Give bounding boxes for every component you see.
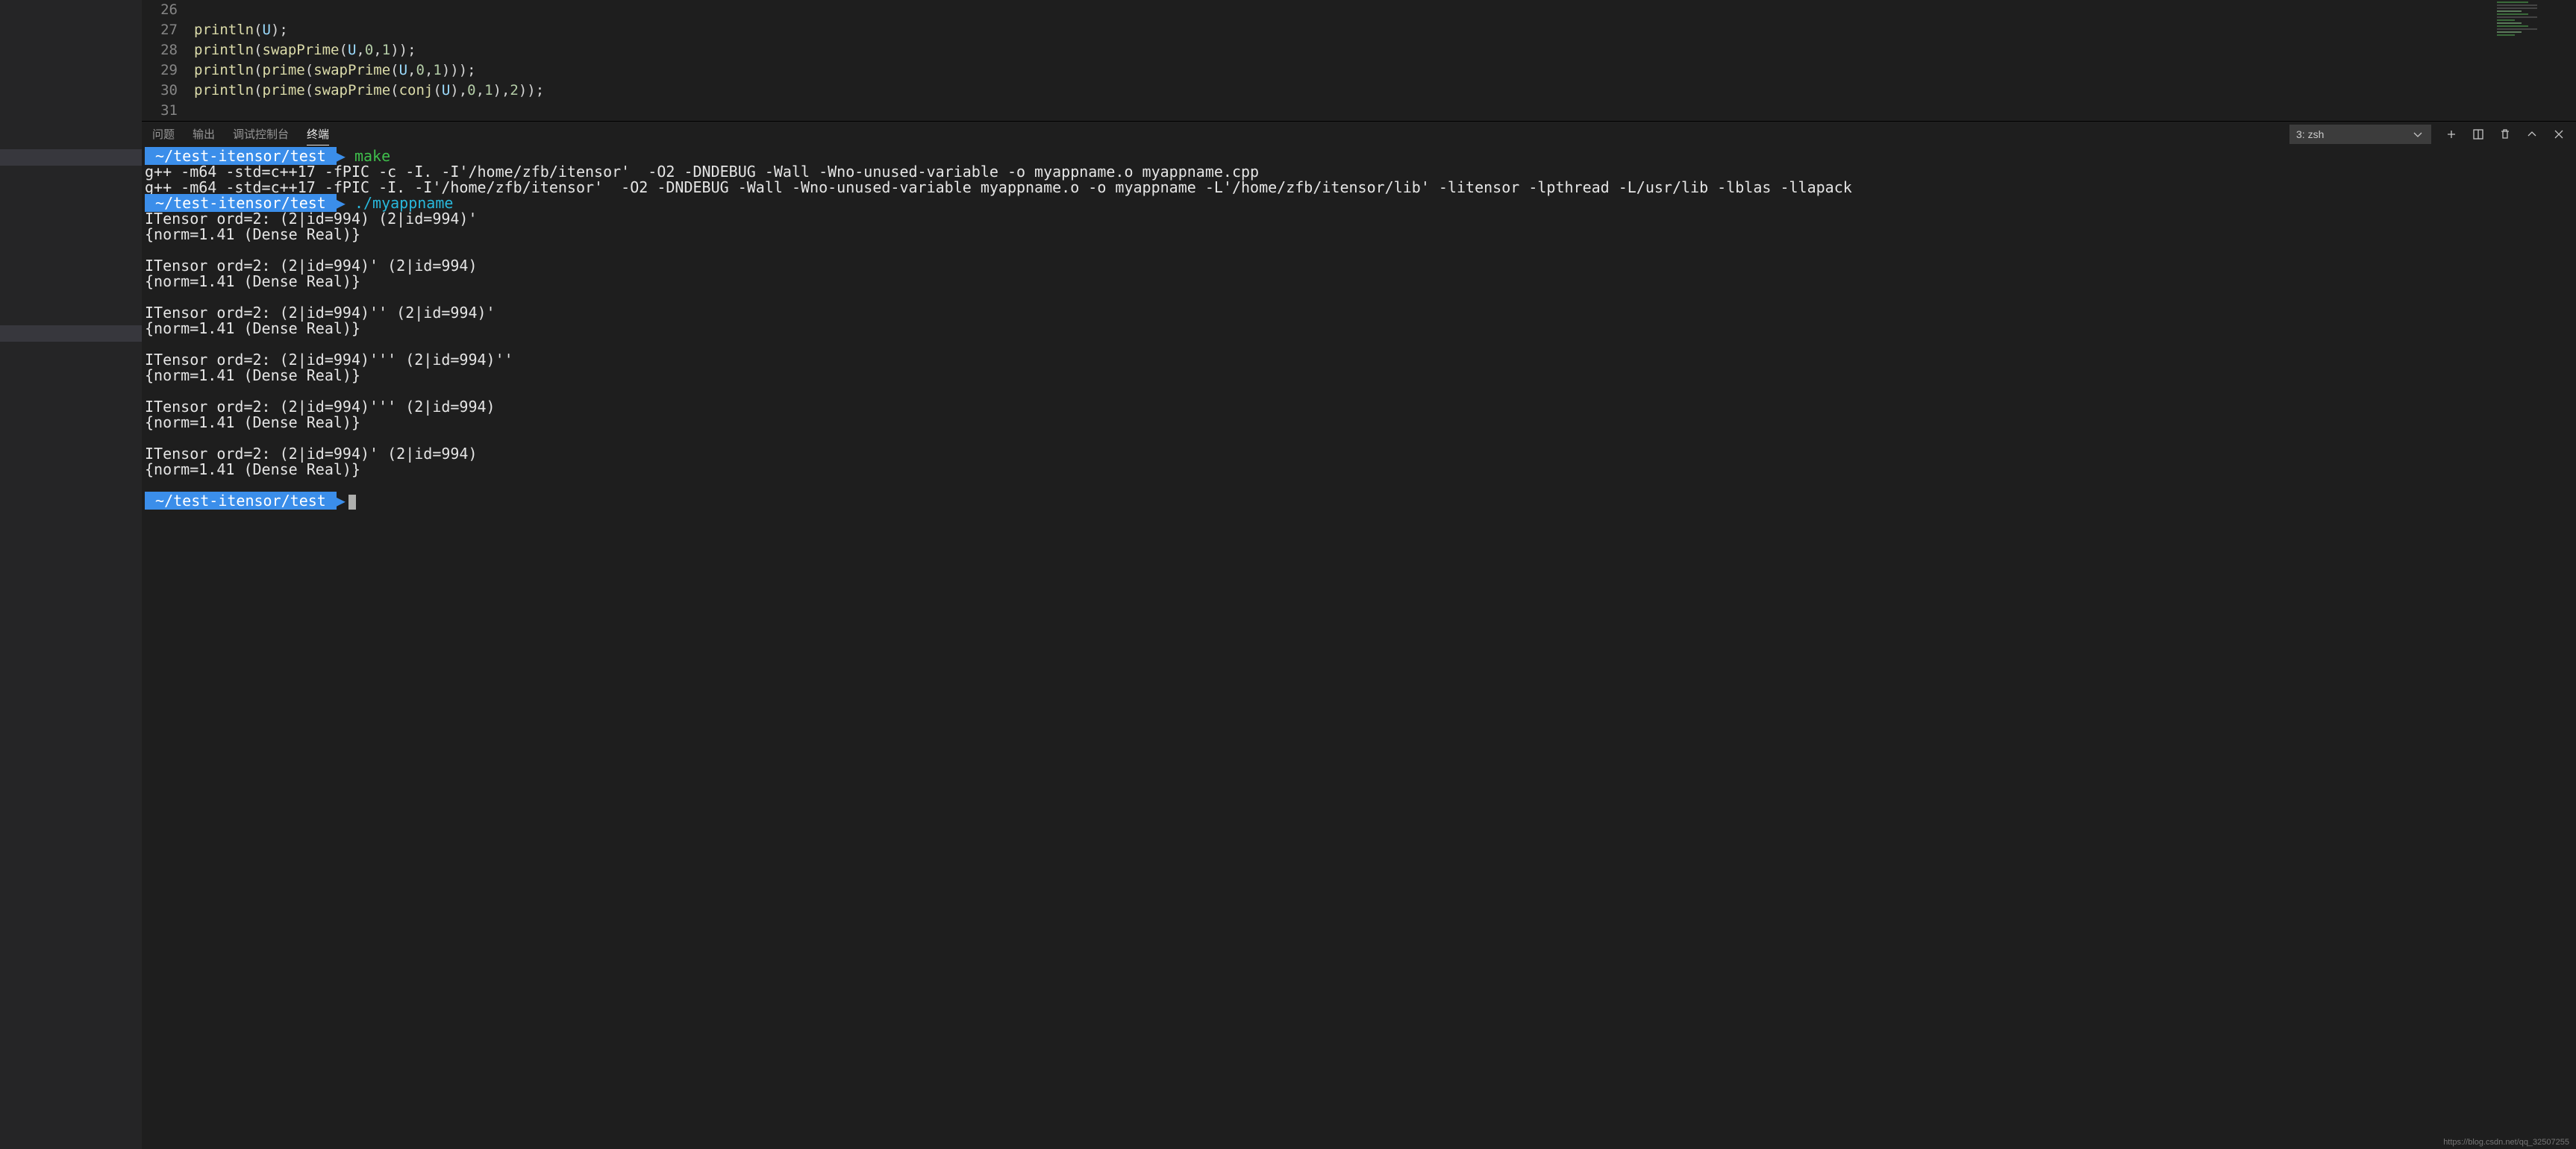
line-number: 31 [142,101,194,121]
line-number: 30 [142,81,194,101]
line-number: 29 [142,60,194,81]
chevron-down-icon [2411,128,2425,141]
terminal-line: ITensor ord=2: (2|id=994)' (2|id=994) [145,446,2573,462]
terminal-line: {norm=1.41 (Dense Real)} [145,274,2573,289]
terminal-line: {norm=1.41 (Dense Real)} [145,462,2573,478]
new-terminal-icon[interactable] [2445,128,2458,141]
code-line[interactable]: 29println(prime(swapPrime(U,0,1))); [142,60,2576,81]
terminal-line [145,431,2573,446]
terminal-selector[interactable]: 3: zsh [2289,125,2431,144]
terminal-line: ~/test-itensor/test ▶ [145,493,2573,510]
terminal-line: ITensor ord=2: (2|id=994)''' (2|id=994)'… [145,352,2573,368]
line-number: 28 [142,40,194,60]
terminal-line: {norm=1.41 (Dense Real)} [145,227,2573,242]
terminal-line: ITensor ord=2: (2|id=994)''' (2|id=994) [145,399,2573,415]
terminal-line: ~/test-itensor/test ▶ make [145,148,2573,164]
terminal-line: ITensor ord=2: (2|id=994)'' (2|id=994)' [145,305,2573,321]
terminal-line: g++ -m64 -std=c++17 -fPIC -I. -I'/home/z… [145,180,2573,195]
code-line[interactable]: 28println(swapPrime(U,0,1)); [142,40,2576,60]
code-content: println(prime(swapPrime(U,0,1))); [194,60,476,81]
terminal-line: {norm=1.41 (Dense Real)} [145,415,2573,431]
terminal[interactable]: ~/test-itensor/test ▶ makeg++ -m64 -std=… [142,147,2576,1149]
panel-tab-2[interactable]: 调试控制台 [233,123,289,145]
terminal-line [145,383,2573,399]
app-root: 2627println(U);28println(swapPrime(U,0,1… [0,0,2576,1149]
terminal-line: ITensor ord=2: (2|id=994)' (2|id=994) [145,258,2573,274]
terminal-line: {norm=1.41 (Dense Real)} [145,321,2573,336]
split-terminal-icon[interactable] [2472,128,2485,141]
terminal-line [145,336,2573,352]
code-line[interactable]: 26 [142,0,2576,20]
watermark: https://blog.csdn.net/qq_32507255 [2441,1137,2572,1148]
main-area: 2627println(U);28println(swapPrime(U,0,1… [142,0,2576,1149]
code-content: println(U); [194,20,288,40]
terminal-line: g++ -m64 -std=c++17 -fPIC -c -I. -I'/hom… [145,164,2573,180]
terminal-line [145,242,2573,258]
chevron-up-icon[interactable] [2525,128,2539,141]
sidebar-item[interactable] [0,325,142,342]
sidebar-item[interactable] [0,149,142,166]
code-line[interactable]: 27println(U); [142,20,2576,40]
code-editor[interactable]: 2627println(U);28println(swapPrime(U,0,1… [142,0,2576,121]
terminal-line: ITensor ord=2: (2|id=994) (2|id=994)' [145,211,2573,227]
trash-icon[interactable] [2498,128,2512,141]
prompt-path: ~/test-itensor/test [145,492,337,510]
panel-tab-0[interactable]: 问题 [152,123,175,145]
panel-tab-1[interactable]: 输出 [193,123,215,145]
code-line[interactable]: 31 [142,101,2576,121]
terminal-selector-label: 3: zsh [2296,128,2324,140]
terminal-line: ~/test-itensor/test ▶ ./myappname [145,195,2573,211]
code-content: println(swapPrime(U,0,1)); [194,40,416,60]
terminal-line [145,289,2573,305]
code-content: println(prime(swapPrime(conj(U),0,1),2))… [194,81,544,101]
cursor [348,495,356,510]
terminal-line: {norm=1.41 (Dense Real)} [145,368,2573,383]
line-number: 27 [142,20,194,40]
terminal-line [145,478,2573,493]
panel-tabbar: 问题输出调试控制台终端 3: zsh [142,121,2576,147]
code-line[interactable]: 30println(prime(swapPrime(conj(U),0,1),2… [142,81,2576,101]
line-number: 26 [142,0,194,20]
panel-tab-3[interactable]: 终端 [307,123,329,145]
close-icon[interactable] [2552,128,2566,141]
explorer-sidebar [0,0,142,1149]
